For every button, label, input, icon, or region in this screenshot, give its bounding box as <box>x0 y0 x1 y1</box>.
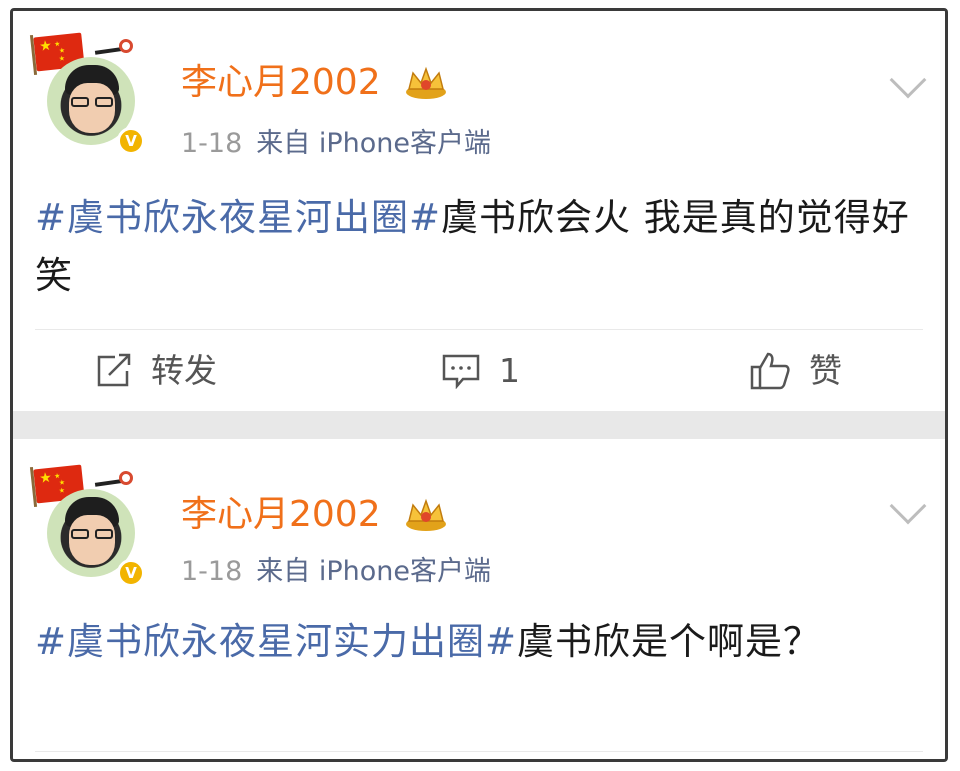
ribbon-decoration <box>94 39 141 59</box>
ribbon-decoration <box>94 471 141 491</box>
chevron-down-icon[interactable] <box>889 487 927 525</box>
crown-badge-icon <box>406 66 446 99</box>
weibo-post-card: ★ ★ ★ ★ V 李心月2002 1-18 来自 iPhone客户端 #虞书欣永夜星河… <box>13 439 945 759</box>
verified-v-icon: V <box>117 127 145 155</box>
verified-v-icon: V <box>117 559 145 587</box>
post-time: 1-18 <box>181 128 243 159</box>
comment-count: 1 <box>499 351 520 390</box>
repost-button[interactable]: 转发 <box>95 351 217 391</box>
user-avatar-area[interactable]: ★ ★ ★ ★ V <box>29 464 155 587</box>
post-source: 来自 iPhone客户端 <box>256 556 492 587</box>
post-meta: 1-18 来自 iPhone客户端 <box>181 555 491 589</box>
comment-icon <box>442 354 480 389</box>
post-time: 1-18 <box>181 556 243 587</box>
card-separator <box>13 411 945 439</box>
repost-label: 转发 <box>151 351 217 390</box>
post-content: #虞书欣永夜星河实力出圈#虞书欣是个啊是？ <box>35 613 925 671</box>
weibo-post-card: ★ ★ ★ ★ V 李心月2002 1-18 来自 iPhone客户端 #虞书欣永夜星河… <box>13 11 945 411</box>
crown-badge-icon <box>406 498 446 531</box>
hashtag-link[interactable]: #虞书欣永夜星河实力出圈# <box>35 620 517 663</box>
action-bar: 转发 1 赞 <box>13 329 945 411</box>
like-icon <box>750 352 790 390</box>
like-label: 赞 <box>809 351 842 390</box>
user-avatar-area[interactable]: ★ ★ ★ ★ V <box>29 32 155 155</box>
hashtag-link[interactable]: #虞书欣永夜星河出圈# <box>35 196 441 239</box>
screenshot-frame: ★ ★ ★ ★ V 李心月2002 1-18 来自 iPhone客户端 #虞书欣永夜星河… <box>10 8 948 762</box>
post-content: #虞书欣永夜星河出圈#虞书欣会火 我是真的觉得好笑 <box>35 189 925 305</box>
comment-button[interactable]: 1 <box>441 351 520 391</box>
divider <box>35 751 923 752</box>
chevron-down-icon[interactable] <box>889 61 927 99</box>
username[interactable]: 李心月2002 <box>181 63 381 103</box>
like-button[interactable]: 赞 <box>749 351 842 391</box>
repost-icon <box>97 353 131 387</box>
post-source: 来自 iPhone客户端 <box>256 128 492 159</box>
post-text: 虞书欣是个啊是？ <box>517 620 822 663</box>
post-meta: 1-18 来自 iPhone客户端 <box>181 127 491 161</box>
username[interactable]: 李心月2002 <box>181 495 381 535</box>
